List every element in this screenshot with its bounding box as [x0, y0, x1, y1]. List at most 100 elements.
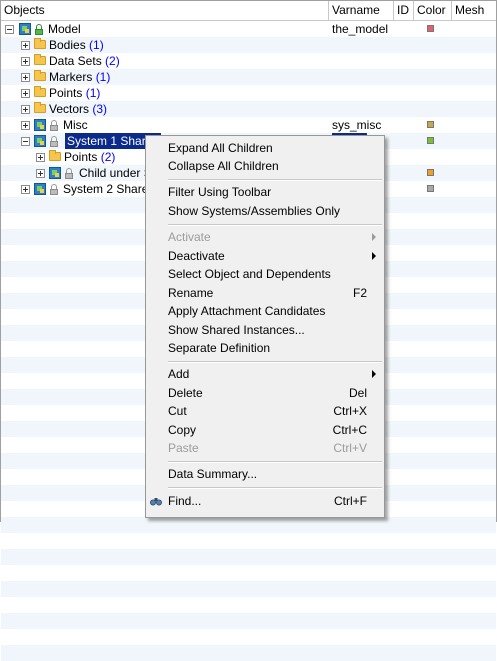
menu-data-summary[interactable]: Data Summary...: [147, 465, 383, 483]
empty-row: [1, 613, 496, 629]
folder-icon: [34, 70, 46, 81]
tree-row-data-sets[interactable]: Data Sets (2): [1, 53, 496, 69]
menu-separator: [168, 224, 382, 226]
varname-cell: sys_misc: [332, 118, 382, 132]
menu-find[interactable]: Find... Ctrl+F: [147, 492, 383, 510]
shortcut-label: Ctrl+V: [333, 441, 367, 455]
column-mesh[interactable]: Mesh: [452, 1, 496, 20]
menu-separator: [168, 361, 382, 363]
color-swatch[interactable]: [427, 25, 434, 32]
column-varname[interactable]: Varname: [329, 1, 394, 20]
tree-row-vectors[interactable]: Vectors (3): [1, 101, 496, 117]
menu-apply-attachment-candidates[interactable]: Apply Attachment Candidates: [147, 302, 383, 320]
empty-row: [1, 597, 496, 613]
expand-icon[interactable]: [21, 73, 30, 82]
column-id[interactable]: ID: [394, 1, 414, 20]
empty-row: [1, 581, 496, 597]
shortcut-label: Del: [348, 386, 367, 400]
menu-collapse-all-children[interactable]: Collapse All Children: [147, 157, 383, 175]
tree-row-markers[interactable]: Markers (1): [1, 69, 496, 85]
folder-icon: [34, 54, 46, 65]
empty-row: [1, 565, 496, 581]
tree-label: Markers: [49, 70, 93, 84]
menu-delete[interactable]: Delete Del: [147, 384, 383, 402]
tree-label: Child under S: [79, 166, 152, 180]
tree-row-model[interactable]: Model the_model: [1, 21, 496, 37]
submenu-arrow-icon: [372, 252, 376, 260]
lock-icon: [35, 24, 43, 35]
column-objects[interactable]: Objects: [1, 1, 329, 20]
tree-label: Misc: [63, 118, 88, 132]
tree-label: Points: [64, 150, 98, 164]
item-count: (2): [100, 150, 116, 164]
system-icon: [34, 135, 46, 147]
folder-icon: [34, 86, 46, 97]
color-swatch[interactable]: [427, 121, 434, 128]
menu-filter-using-toolbar[interactable]: Filter Using Toolbar: [147, 183, 383, 201]
collapse-icon[interactable]: [5, 25, 14, 34]
color-swatch[interactable]: [427, 137, 434, 144]
color-swatch[interactable]: [427, 169, 434, 176]
lock-icon: [50, 120, 58, 131]
item-count: (1): [85, 86, 101, 100]
tree-row-bodies[interactable]: Bodies (1): [1, 37, 496, 53]
submenu-arrow-icon: [372, 370, 376, 378]
context-menu: Expand All Children Collapse All Childre…: [145, 135, 385, 518]
menu-show-systems-only[interactable]: Show Systems/Assemblies Only: [147, 202, 383, 220]
menu-activate: Activate: [147, 228, 383, 246]
expand-icon[interactable]: [21, 121, 30, 130]
menu-separator: [168, 487, 382, 489]
system-icon: [34, 183, 46, 195]
folder-icon: [34, 38, 46, 49]
color-swatch[interactable]: [427, 185, 434, 192]
column-color[interactable]: Color: [414, 1, 452, 20]
menu-deactivate[interactable]: Deactivate: [147, 247, 383, 265]
folder-icon: [49, 150, 61, 161]
menu-paste: Paste Ctrl+V: [168, 441, 367, 455]
lock-icon: [50, 184, 58, 195]
item-count: (3): [92, 102, 108, 116]
empty-row: [1, 629, 496, 645]
menu-expand-all-children[interactable]: Expand All Children: [147, 139, 383, 157]
model-icon: [19, 23, 31, 35]
item-count: (2): [105, 54, 120, 68]
tree-label: Model: [48, 22, 81, 36]
shortcut-label: Ctrl+X: [333, 404, 367, 418]
menu-cut[interactable]: Cut Ctrl+X: [147, 402, 383, 420]
shortcut-label: Ctrl+C: [332, 423, 367, 437]
menu-select-object-and-dependents[interactable]: Select Object and Dependents: [147, 265, 383, 283]
system-icon: [34, 119, 46, 131]
menu-show-shared-instances[interactable]: Show Shared Instances...: [147, 321, 383, 339]
menu-copy[interactable]: Copy Ctrl+C: [147, 421, 383, 439]
shortcut-label: F2: [352, 286, 367, 300]
lock-icon: [50, 136, 58, 147]
menu-rename[interactable]: Rename F2: [147, 284, 383, 302]
tree-row-points[interactable]: Points (1): [1, 85, 496, 101]
item-count: (1): [95, 70, 111, 84]
submenu-arrow-icon: [372, 233, 376, 241]
collapse-icon[interactable]: [21, 137, 30, 146]
expand-icon[interactable]: [21, 185, 30, 194]
varname-cell: the_model: [332, 22, 389, 36]
item-count: (1): [89, 38, 104, 52]
empty-row: [1, 517, 496, 533]
expand-icon[interactable]: [21, 57, 30, 66]
tree-label: System 2 Share: [63, 182, 149, 196]
shortcut-label: Ctrl+F: [334, 494, 367, 508]
empty-row: [1, 645, 496, 661]
tree-label: Points: [49, 86, 83, 100]
tree-row-misc[interactable]: Misc sys_misc: [1, 117, 496, 133]
expand-icon[interactable]: [36, 169, 45, 178]
empty-row: [1, 533, 496, 549]
expand-icon[interactable]: [21, 105, 30, 114]
menu-separator: [168, 179, 382, 181]
menu-separate-definition[interactable]: Separate Definition: [147, 339, 383, 357]
tree-label: Bodies: [49, 38, 86, 52]
system-icon: [49, 167, 61, 179]
expand-icon[interactable]: [21, 41, 30, 50]
expand-icon[interactable]: [21, 89, 30, 98]
expand-icon[interactable]: [36, 153, 45, 162]
lock-icon: [65, 168, 73, 179]
menu-add[interactable]: Add: [147, 365, 383, 383]
empty-row: [1, 549, 496, 565]
